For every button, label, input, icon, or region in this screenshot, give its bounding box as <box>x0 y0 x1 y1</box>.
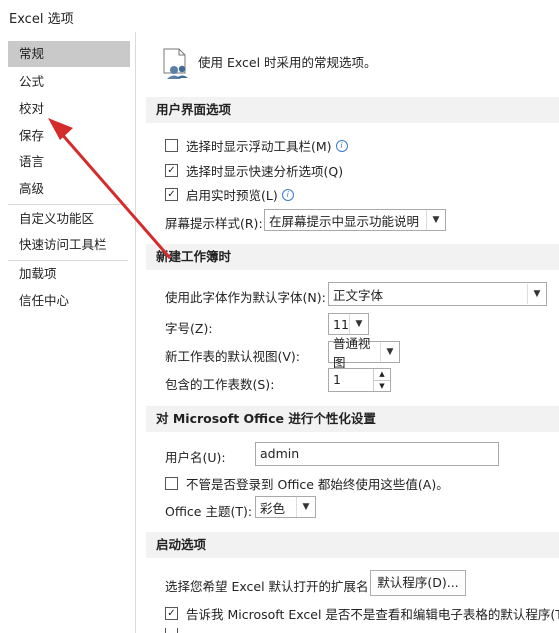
mini-toolbar-label: 选择时显示浮动工具栏(M) <box>186 139 332 154</box>
always-use-values-option[interactable]: 不管是否登录到 Office 都始终使用这些值(A)。 <box>165 474 449 493</box>
general-options-panel: 使用 Excel 时采用的常规选项。 用户界面选项 选择时显示浮动工具栏(M) … <box>136 32 559 633</box>
sidebar-item-proofing[interactable]: 校对 <box>8 96 130 122</box>
font-size-dropdown[interactable]: 11 ▼ <box>328 313 369 335</box>
username-label: 用户名(U): <box>165 450 226 465</box>
live-preview-checkbox[interactable]: ✓ <box>165 188 178 201</box>
new-workbook-section-title: 新建工作簿时 <box>146 244 559 270</box>
office-theme-dropdown[interactable]: 彩色 ▼ <box>255 496 316 518</box>
personalize-section-title: 对 Microsoft Office 进行个性化设置 <box>146 406 559 432</box>
sidebar-item-quick-access-toolbar[interactable]: 快速访问工具栏 <box>8 232 130 258</box>
clipped-option-checkbox[interactable] <box>165 628 178 633</box>
info-icon: i <box>281 188 294 201</box>
tell-me-default-checkbox[interactable]: ✓ <box>165 607 178 620</box>
default-font-value: 正文字体 <box>333 287 384 303</box>
font-size-value: 11 <box>333 316 349 332</box>
sidebar-item-trust-center[interactable]: 信任中心 <box>8 288 130 314</box>
office-theme-label: Office 主题(T): <box>165 504 253 519</box>
quick-analysis-checkbox[interactable]: ✓ <box>165 164 178 177</box>
always-use-values-checkbox[interactable] <box>165 477 178 490</box>
default-extensions-label: 选择您希望 Excel 默认打开的扩展名: <box>165 579 373 594</box>
general-options-header: 使用 Excel 时采用的常规选项。 <box>162 48 377 80</box>
quick-analysis-label: 选择时显示快速分析选项(Q) <box>186 164 344 179</box>
ui-options-section-title: 用户界面选项 <box>146 97 559 123</box>
chevron-down-icon: ▼ <box>380 342 399 362</box>
screentip-style-dropdown[interactable]: 在屏幕提示中显示功能说明 ▼ <box>264 209 446 231</box>
sidebar-item-customize-ribbon[interactable]: 自定义功能区 <box>8 206 130 232</box>
general-options-description: 使用 Excel 时采用的常规选项。 <box>198 54 377 70</box>
tell-me-default-option[interactable]: ✓ 告诉我 Microsoft Excel 是否不是查看和编辑电子表格的默认程序… <box>165 604 559 623</box>
default-font-dropdown[interactable]: 正文字体 ▼ <box>328 282 547 306</box>
default-programs-button[interactable]: 默认程序(D)... <box>370 570 466 596</box>
startup-section-title: 启动选项 <box>146 532 559 558</box>
clipped-option-row <box>165 628 186 633</box>
default-view-dropdown[interactable]: 普通视图 ▼ <box>328 336 400 370</box>
general-settings-icon <box>162 48 190 80</box>
mini-toolbar-checkbox[interactable] <box>165 139 178 152</box>
sheet-count-value: 1 <box>333 372 341 387</box>
info-icon: i <box>335 139 348 152</box>
username-field[interactable]: admin <box>255 442 499 466</box>
chevron-down-icon: ▼ <box>527 284 546 304</box>
default-view-label: 新工作表的默认视图(V): <box>165 349 301 364</box>
always-use-values-label: 不管是否登录到 Office 都始终使用这些值(A)。 <box>186 477 449 492</box>
sheet-count-label: 包含的工作表数(S): <box>165 377 275 392</box>
screentip-style-label: 屏幕提示样式(R): <box>165 216 263 231</box>
default-view-value: 普通视图 <box>333 336 371 370</box>
sidebar-item-formulas[interactable]: 公式 <box>8 69 130 95</box>
title-bar: Excel 选项 <box>0 0 559 32</box>
chevron-down-icon: ▼ <box>296 497 315 517</box>
chevron-down-icon: ▼ <box>349 314 368 334</box>
options-sidebar: 常规 公式 校对 保存 语言 高级 自定义功能区 快速访问工具栏 加载项 信任中… <box>0 32 136 633</box>
sidebar-item-general[interactable]: 常规 <box>8 41 130 67</box>
quick-analysis-option[interactable]: ✓ 选择时显示快速分析选项(Q) <box>165 161 343 180</box>
font-size-label: 字号(Z): <box>165 321 213 336</box>
live-preview-label: 启用实时预览(L) <box>186 188 278 203</box>
chevron-down-icon: ▼ <box>426 210 445 230</box>
spin-up-icon[interactable]: ▲ <box>374 369 390 381</box>
mini-toolbar-option[interactable]: 选择时显示浮动工具栏(M) i <box>165 136 348 155</box>
window-title: Excel 选项 <box>9 12 74 27</box>
live-preview-option[interactable]: ✓ 启用实时预览(L) i <box>165 185 294 204</box>
tell-me-default-label: 告诉我 Microsoft Excel 是否不是查看和编辑电子表格的默认程序(T… <box>186 607 559 622</box>
sidebar-item-save[interactable]: 保存 <box>8 123 130 149</box>
default-font-label: 使用此字体作为默认字体(N): <box>165 290 326 305</box>
sidebar-divider <box>8 204 128 205</box>
office-theme-value: 彩色 <box>260 500 286 516</box>
sidebar-item-advanced[interactable]: 高级 <box>8 176 130 202</box>
sidebar-item-language[interactable]: 语言 <box>8 149 130 175</box>
spin-down-icon[interactable]: ▼ <box>374 381 390 392</box>
sheet-count-spinner[interactable]: 1 ▲ ▼ <box>328 368 391 392</box>
screentip-style-value: 在屏幕提示中显示功能说明 <box>269 213 420 229</box>
sidebar-item-addins[interactable]: 加载项 <box>8 261 130 287</box>
